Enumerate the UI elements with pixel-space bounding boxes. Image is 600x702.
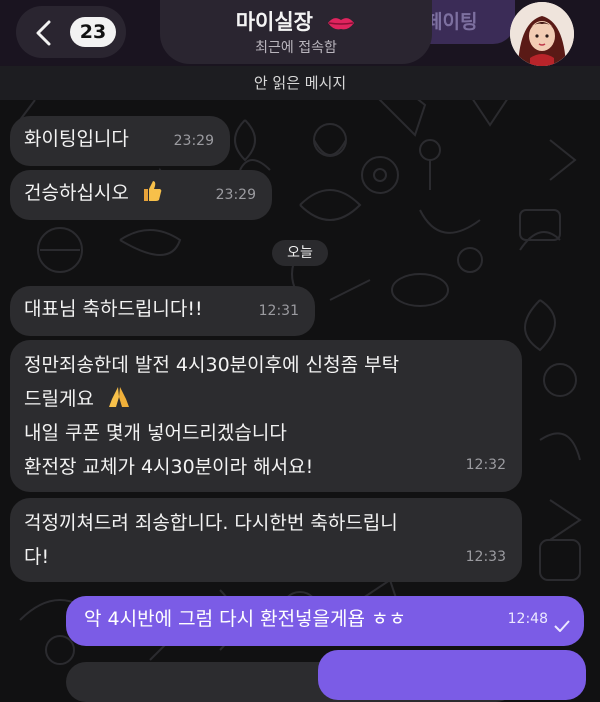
message-time: 12:48 xyxy=(507,611,548,627)
message-time: 12:32 xyxy=(465,457,506,473)
date-separator: 오늘 xyxy=(272,240,328,266)
message-bubble[interactable]: 화이팅입니다 23:29 xyxy=(10,116,230,166)
message-text-line: 내일 쿠폰 몇개 넣어드리겠습니다 xyxy=(24,422,287,444)
message-bubble[interactable]: 대표님 축하드립니다!! 12:31 xyxy=(10,286,315,336)
message-text: 악 4시반에 그럼 다시 환전넣을게욥 ㅎㅎ xyxy=(84,608,406,630)
message-text: 대표님 축하드립니다!! xyxy=(24,298,203,320)
unread-messages-divider: 안 읽은 메시지 xyxy=(0,66,600,100)
message-bubble[interactable]: 정만죄송한데 발전 4시30분이후에 신청좀 부탁 드릴게요 내일 쿠폰 몇개 … xyxy=(10,340,522,492)
message-text: 화이팅입니다 xyxy=(24,128,129,150)
last-seen-status: 최근에 접속함 xyxy=(255,40,337,56)
folded-hands-icon xyxy=(108,386,129,407)
message-bubble[interactable]: 걱정끼쳐드려 죄송합니다. 다시한번 축하드립니 다! 12:33 xyxy=(10,498,522,582)
message-bubble[interactable]: 건승하십시오 23:29 xyxy=(10,170,272,220)
message-text-line: 걱정끼쳐드려 죄송합니다. 다시한번 축하드립니 xyxy=(24,512,398,534)
chat-title-area[interactable]: 마이실장 최근에 접속함 xyxy=(160,0,432,64)
message-text-line: 드릴게요 xyxy=(24,388,94,410)
message-text-line: 정만죄송한데 발전 4시30분이후에 신청좀 부탁 xyxy=(24,354,400,376)
lips-icon xyxy=(328,18,355,30)
chat-title: 마이실장 xyxy=(235,10,313,34)
avatar-image xyxy=(510,2,574,66)
message-time: 12:33 xyxy=(465,549,506,565)
message-text-line: 다! xyxy=(24,546,50,568)
back-button[interactable]: 23 xyxy=(16,6,126,58)
avatar[interactable] xyxy=(510,2,574,66)
read-check-icon xyxy=(554,620,570,632)
message-text-line: 환전장 교체가 4시30분이라 해서요! xyxy=(24,456,314,478)
message-text: 건승하십시오 xyxy=(24,182,129,204)
message-time: 23:29 xyxy=(173,133,214,149)
header-background-text: 페이팅 xyxy=(425,11,478,33)
thumbs-up-icon xyxy=(143,180,162,201)
message-time: 23:29 xyxy=(215,187,256,203)
outgoing-message-bubble[interactable]: 악 4시반에 그럼 다시 환전넣을게욥 ㅎㅎ 12:48 xyxy=(66,596,584,646)
unread-count-badge: 23 xyxy=(70,17,116,47)
chevron-left-icon xyxy=(36,20,51,46)
outgoing-message-bubble-partial[interactable] xyxy=(318,650,586,700)
message-time: 12:31 xyxy=(258,303,299,319)
